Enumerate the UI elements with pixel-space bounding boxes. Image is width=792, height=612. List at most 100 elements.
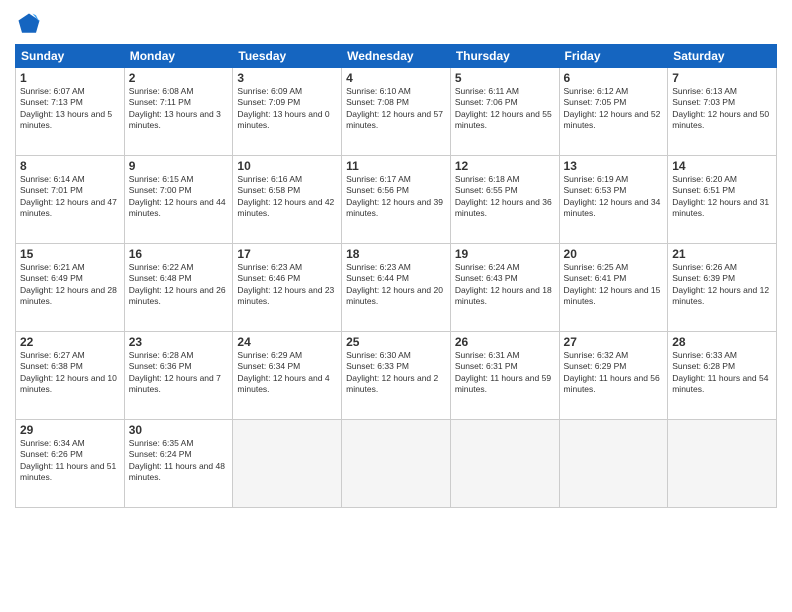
day-info: Sunrise: 6:29 AM Sunset: 6:34 PM Dayligh… [237, 350, 337, 396]
day-number: 27 [564, 335, 664, 349]
logo [15, 10, 47, 38]
day-info: Sunrise: 6:19 AM Sunset: 6:53 PM Dayligh… [564, 174, 664, 220]
day-info: Sunrise: 6:23 AM Sunset: 6:46 PM Dayligh… [237, 262, 337, 308]
day-number: 6 [564, 71, 664, 85]
day-cell: 9 Sunrise: 6:15 AM Sunset: 7:00 PM Dayli… [124, 156, 233, 244]
week-row-4: 22 Sunrise: 6:27 AM Sunset: 6:38 PM Dayl… [16, 332, 777, 420]
day-number: 5 [455, 71, 555, 85]
day-info: Sunrise: 6:24 AM Sunset: 6:43 PM Dayligh… [455, 262, 555, 308]
day-number: 4 [346, 71, 446, 85]
day-number: 13 [564, 159, 664, 173]
day-info: Sunrise: 6:28 AM Sunset: 6:36 PM Dayligh… [129, 350, 229, 396]
day-cell: 18 Sunrise: 6:23 AM Sunset: 6:44 PM Dayl… [342, 244, 451, 332]
day-number: 15 [20, 247, 120, 261]
header-area [15, 10, 777, 38]
weekday-header-saturday: Saturday [668, 45, 777, 68]
day-cell: 13 Sunrise: 6:19 AM Sunset: 6:53 PM Dayl… [559, 156, 668, 244]
day-number: 14 [672, 159, 772, 173]
day-number: 30 [129, 423, 229, 437]
day-cell: 16 Sunrise: 6:22 AM Sunset: 6:48 PM Dayl… [124, 244, 233, 332]
day-number: 3 [237, 71, 337, 85]
day-info: Sunrise: 6:32 AM Sunset: 6:29 PM Dayligh… [564, 350, 664, 396]
day-number: 17 [237, 247, 337, 261]
day-number: 21 [672, 247, 772, 261]
day-number: 10 [237, 159, 337, 173]
day-info: Sunrise: 6:18 AM Sunset: 6:55 PM Dayligh… [455, 174, 555, 220]
weekday-header-thursday: Thursday [450, 45, 559, 68]
day-number: 18 [346, 247, 446, 261]
day-cell [559, 420, 668, 508]
day-cell: 14 Sunrise: 6:20 AM Sunset: 6:51 PM Dayl… [668, 156, 777, 244]
day-number: 20 [564, 247, 664, 261]
week-row-2: 8 Sunrise: 6:14 AM Sunset: 7:01 PM Dayli… [16, 156, 777, 244]
day-number: 24 [237, 335, 337, 349]
day-info: Sunrise: 6:26 AM Sunset: 6:39 PM Dayligh… [672, 262, 772, 308]
day-number: 29 [20, 423, 120, 437]
day-cell: 4 Sunrise: 6:10 AM Sunset: 7:08 PM Dayli… [342, 68, 451, 156]
day-cell: 6 Sunrise: 6:12 AM Sunset: 7:05 PM Dayli… [559, 68, 668, 156]
day-info: Sunrise: 6:23 AM Sunset: 6:44 PM Dayligh… [346, 262, 446, 308]
day-info: Sunrise: 6:20 AM Sunset: 6:51 PM Dayligh… [672, 174, 772, 220]
day-info: Sunrise: 6:10 AM Sunset: 7:08 PM Dayligh… [346, 86, 446, 132]
calendar-table: SundayMondayTuesdayWednesdayThursdayFrid… [15, 44, 777, 508]
day-info: Sunrise: 6:11 AM Sunset: 7:06 PM Dayligh… [455, 86, 555, 132]
day-number: 8 [20, 159, 120, 173]
day-info: Sunrise: 6:22 AM Sunset: 6:48 PM Dayligh… [129, 262, 229, 308]
day-cell [342, 420, 451, 508]
day-info: Sunrise: 6:15 AM Sunset: 7:00 PM Dayligh… [129, 174, 229, 220]
day-info: Sunrise: 6:14 AM Sunset: 7:01 PM Dayligh… [20, 174, 120, 220]
day-number: 23 [129, 335, 229, 349]
weekday-header-monday: Monday [124, 45, 233, 68]
day-number: 22 [20, 335, 120, 349]
day-cell: 15 Sunrise: 6:21 AM Sunset: 6:49 PM Dayl… [16, 244, 125, 332]
day-info: Sunrise: 6:17 AM Sunset: 6:56 PM Dayligh… [346, 174, 446, 220]
day-cell: 28 Sunrise: 6:33 AM Sunset: 6:28 PM Dayl… [668, 332, 777, 420]
day-info: Sunrise: 6:35 AM Sunset: 6:24 PM Dayligh… [129, 438, 229, 484]
day-cell [233, 420, 342, 508]
day-info: Sunrise: 6:25 AM Sunset: 6:41 PM Dayligh… [564, 262, 664, 308]
day-info: Sunrise: 6:09 AM Sunset: 7:09 PM Dayligh… [237, 86, 337, 132]
day-cell: 21 Sunrise: 6:26 AM Sunset: 6:39 PM Dayl… [668, 244, 777, 332]
day-cell: 27 Sunrise: 6:32 AM Sunset: 6:29 PM Dayl… [559, 332, 668, 420]
day-number: 2 [129, 71, 229, 85]
day-cell: 7 Sunrise: 6:13 AM Sunset: 7:03 PM Dayli… [668, 68, 777, 156]
day-info: Sunrise: 6:16 AM Sunset: 6:58 PM Dayligh… [237, 174, 337, 220]
day-cell [668, 420, 777, 508]
day-info: Sunrise: 6:08 AM Sunset: 7:11 PM Dayligh… [129, 86, 229, 132]
day-cell: 24 Sunrise: 6:29 AM Sunset: 6:34 PM Dayl… [233, 332, 342, 420]
day-number: 16 [129, 247, 229, 261]
day-cell: 29 Sunrise: 6:34 AM Sunset: 6:26 PM Dayl… [16, 420, 125, 508]
weekday-header-tuesday: Tuesday [233, 45, 342, 68]
day-cell: 22 Sunrise: 6:27 AM Sunset: 6:38 PM Dayl… [16, 332, 125, 420]
day-cell: 30 Sunrise: 6:35 AM Sunset: 6:24 PM Dayl… [124, 420, 233, 508]
day-info: Sunrise: 6:13 AM Sunset: 7:03 PM Dayligh… [672, 86, 772, 132]
day-info: Sunrise: 6:21 AM Sunset: 6:49 PM Dayligh… [20, 262, 120, 308]
day-cell: 11 Sunrise: 6:17 AM Sunset: 6:56 PM Dayl… [342, 156, 451, 244]
day-number: 12 [455, 159, 555, 173]
day-cell: 23 Sunrise: 6:28 AM Sunset: 6:36 PM Dayl… [124, 332, 233, 420]
day-cell: 12 Sunrise: 6:18 AM Sunset: 6:55 PM Dayl… [450, 156, 559, 244]
day-cell [450, 420, 559, 508]
day-info: Sunrise: 6:30 AM Sunset: 6:33 PM Dayligh… [346, 350, 446, 396]
day-info: Sunrise: 6:33 AM Sunset: 6:28 PM Dayligh… [672, 350, 772, 396]
day-cell: 1 Sunrise: 6:07 AM Sunset: 7:13 PM Dayli… [16, 68, 125, 156]
logo-icon [15, 10, 43, 38]
day-cell: 17 Sunrise: 6:23 AM Sunset: 6:46 PM Dayl… [233, 244, 342, 332]
day-number: 28 [672, 335, 772, 349]
page: SundayMondayTuesdayWednesdayThursdayFrid… [0, 0, 792, 612]
day-number: 26 [455, 335, 555, 349]
day-cell: 10 Sunrise: 6:16 AM Sunset: 6:58 PM Dayl… [233, 156, 342, 244]
week-row-3: 15 Sunrise: 6:21 AM Sunset: 6:49 PM Dayl… [16, 244, 777, 332]
day-cell: 3 Sunrise: 6:09 AM Sunset: 7:09 PM Dayli… [233, 68, 342, 156]
day-info: Sunrise: 6:27 AM Sunset: 6:38 PM Dayligh… [20, 350, 120, 396]
day-cell: 2 Sunrise: 6:08 AM Sunset: 7:11 PM Dayli… [124, 68, 233, 156]
day-number: 11 [346, 159, 446, 173]
weekday-header-sunday: Sunday [16, 45, 125, 68]
day-info: Sunrise: 6:12 AM Sunset: 7:05 PM Dayligh… [564, 86, 664, 132]
day-cell: 5 Sunrise: 6:11 AM Sunset: 7:06 PM Dayli… [450, 68, 559, 156]
day-number: 25 [346, 335, 446, 349]
day-cell: 20 Sunrise: 6:25 AM Sunset: 6:41 PM Dayl… [559, 244, 668, 332]
day-number: 1 [20, 71, 120, 85]
weekday-header-wednesday: Wednesday [342, 45, 451, 68]
day-info: Sunrise: 6:07 AM Sunset: 7:13 PM Dayligh… [20, 86, 120, 132]
